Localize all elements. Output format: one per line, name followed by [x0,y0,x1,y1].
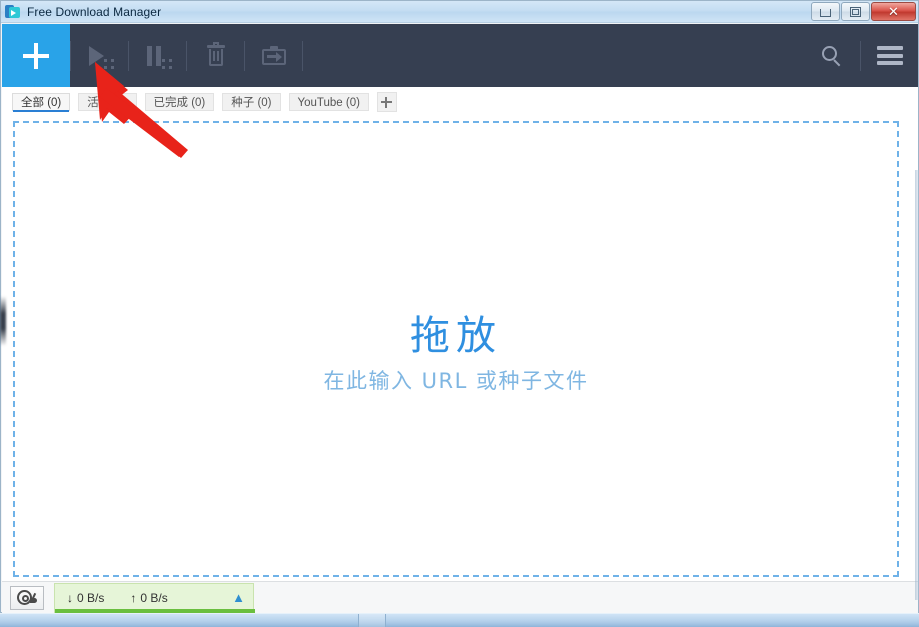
grid-badge-icon [162,59,172,69]
maximize-button[interactable] [841,2,870,21]
trash-icon [206,42,225,66]
tab-youtube[interactable]: YouTube (0) [288,93,369,111]
application-window: Free Download Manager ✕ 全部 (0) 活动 (0) 已完… [0,0,919,613]
speed-panel: ↓ 0 B/s ↑ 0 B/s ▲ [54,582,255,613]
start-download-button[interactable] [71,24,128,87]
pause-download-button[interactable] [129,24,186,87]
tab-active[interactable]: 活动 (0) [78,93,137,111]
grid-badge-icon [104,59,114,69]
upload-speed-indicator: ↑ 0 B/s [130,591,167,605]
drop-zone-subtitle: 在此输入 URL 或种子文件 [323,369,589,393]
play-icon [89,45,104,66]
plus-icon [381,96,393,108]
speed-progress-bar [55,608,255,613]
main-menu-button[interactable] [861,24,918,87]
filter-tab-bar: 全部 (0) 活动 (0) 已完成 (0) 种子 (0) YouTube (0) [2,87,918,117]
download-speed-indicator: ↓ 0 B/s [67,591,104,605]
background-window-edge-artifact [0,296,6,346]
add-tab-button[interactable] [376,92,397,112]
download-speed-value: 0 B/s [77,590,105,605]
hamburger-menu-icon [876,46,903,65]
delete-download-button[interactable] [187,24,244,87]
background-window-right-edge [915,170,919,600]
move-download-button[interactable] [245,24,302,87]
window-controls: ✕ [810,2,916,21]
close-icon: ✕ [888,4,899,19]
export-box-icon [261,46,286,65]
chevron-up-icon[interactable]: ▲ [232,591,245,604]
upload-speed-value: 0 B/s [140,590,168,605]
minimize-button[interactable] [811,2,840,21]
close-button[interactable]: ✕ [871,2,916,21]
maximize-icon [850,6,861,17]
os-taskbar [0,613,919,627]
download-list-area: 拖放 在此输入 URL 或种子文件 [2,117,918,581]
search-button[interactable] [803,24,860,87]
title-bar: Free Download Manager ✕ [1,1,918,23]
upload-arrow-icon: ↑ [130,590,137,605]
drop-zone[interactable]: 拖放 在此输入 URL 或种子文件 [13,121,899,577]
plus-icon [23,42,49,69]
tab-torrents[interactable]: 种子 (0) [222,93,281,111]
download-arrow-icon: ↓ [67,590,73,605]
snail-icon [17,589,37,606]
search-icon [821,45,842,66]
tab-completed[interactable]: 已完成 (0) [144,93,215,111]
minimize-icon [820,9,831,17]
speed-limit-button[interactable] [10,585,44,610]
pause-icon [146,45,163,66]
tab-all[interactable]: 全部 (0) [12,93,71,112]
main-toolbar [2,24,918,87]
add-download-button[interactable] [2,24,70,87]
drop-zone-title: 拖放 [410,313,502,359]
app-logo-icon [5,4,21,20]
status-bar: ↓ 0 B/s ↑ 0 B/s ▲ [2,581,918,613]
taskbar-item[interactable] [358,614,386,627]
window-title: Free Download Manager [27,4,162,19]
